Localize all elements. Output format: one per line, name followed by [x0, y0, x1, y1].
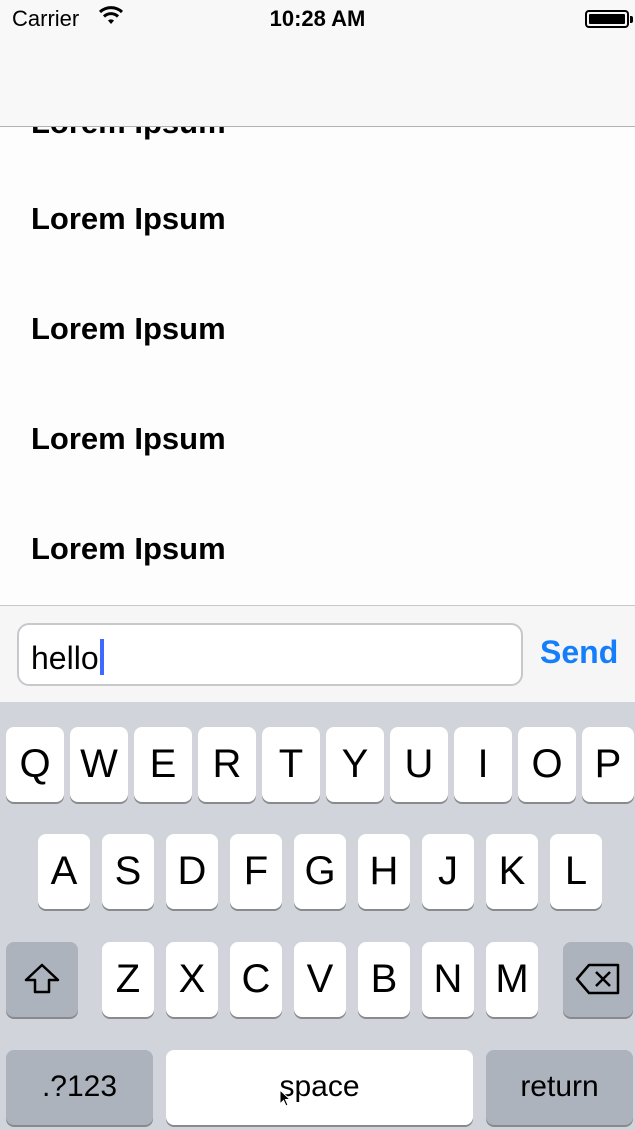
list-item[interactable]: Lorem Ipsum: [31, 201, 226, 237]
key-q[interactable]: Q: [6, 727, 64, 802]
key-l[interactable]: L: [550, 834, 602, 909]
key-v[interactable]: V: [294, 942, 346, 1017]
key-y[interactable]: Y: [326, 727, 384, 802]
message-input-text: hello: [31, 640, 99, 676]
key-h[interactable]: H: [358, 834, 410, 909]
key-x[interactable]: X: [166, 942, 218, 1017]
key-r[interactable]: R: [198, 727, 256, 802]
battery-icon: [585, 10, 633, 28]
delete-key[interactable]: [563, 942, 633, 1017]
key-d[interactable]: D: [166, 834, 218, 909]
shift-key[interactable]: [6, 942, 78, 1017]
keyboard: Q W E R T Y U I O P A S D F G H J K L Z …: [0, 702, 635, 1130]
message-list[interactable]: Lorem Ipsum Lorem Ipsum Lorem Ipsum Lore…: [0, 127, 635, 605]
key-o[interactable]: O: [518, 727, 576, 802]
status-bar: Carrier 10:28 AM: [0, 0, 635, 40]
numbers-key[interactable]: .?123: [6, 1050, 153, 1125]
shift-icon: [24, 963, 60, 994]
key-p[interactable]: P: [582, 727, 634, 802]
delete-icon: [575, 963, 620, 995]
key-j[interactable]: J: [422, 834, 474, 909]
key-f[interactable]: F: [230, 834, 282, 909]
key-c[interactable]: C: [230, 942, 282, 1017]
list-item[interactable]: Lorem Ipsum: [31, 531, 226, 567]
key-m[interactable]: M: [486, 942, 538, 1017]
key-s[interactable]: S: [102, 834, 154, 909]
key-i[interactable]: I: [454, 727, 512, 802]
list-item[interactable]: Lorem Ipsum: [31, 311, 226, 347]
key-k[interactable]: K: [486, 834, 538, 909]
message-input[interactable]: hello: [17, 623, 523, 686]
key-b[interactable]: B: [358, 942, 410, 1017]
mouse-pointer-icon: [279, 1089, 291, 1107]
key-a[interactable]: A: [38, 834, 90, 909]
list-item[interactable]: Lorem Ipsum: [31, 127, 226, 141]
key-g[interactable]: G: [294, 834, 346, 909]
text-cursor: [99, 639, 104, 675]
key-t[interactable]: T: [262, 727, 320, 802]
key-z[interactable]: Z: [102, 942, 154, 1017]
message-composer: hello Send: [0, 605, 635, 703]
list-item[interactable]: Lorem Ipsum: [31, 421, 226, 457]
space-key[interactable]: space: [166, 1050, 473, 1125]
key-e[interactable]: E: [134, 727, 192, 802]
return-key[interactable]: return: [486, 1050, 633, 1125]
send-button[interactable]: Send: [540, 634, 618, 671]
key-u[interactable]: U: [390, 727, 448, 802]
key-w[interactable]: W: [70, 727, 128, 802]
clock: 10:28 AM: [269, 6, 366, 31]
key-n[interactable]: N: [422, 942, 474, 1017]
